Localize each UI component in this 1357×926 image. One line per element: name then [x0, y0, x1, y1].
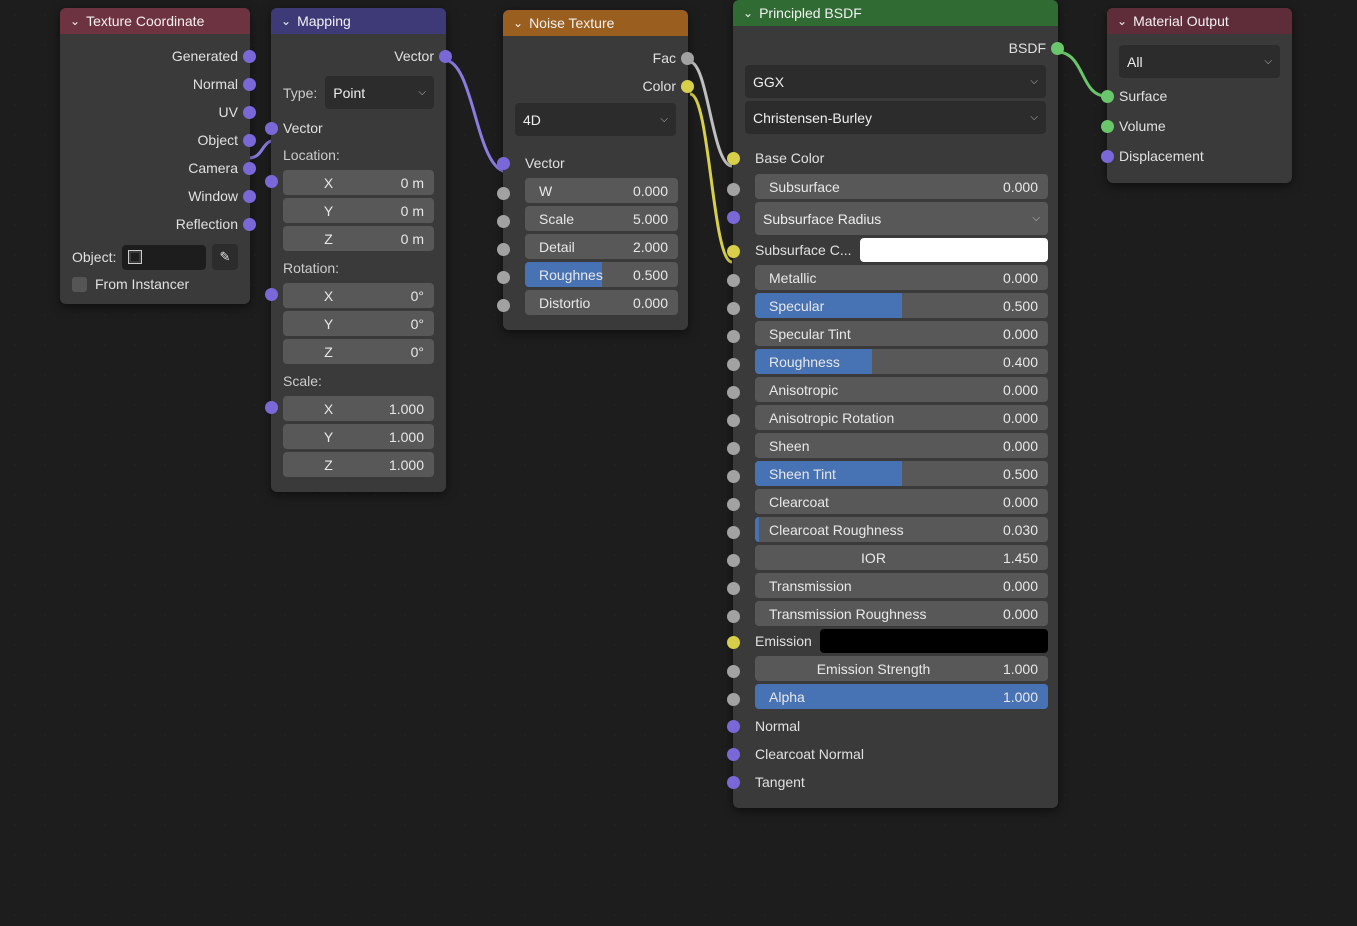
emission-label: Emission	[755, 633, 812, 649]
input-alpha[interactable]: Alpha1.000	[755, 684, 1048, 709]
input-base-color[interactable]: Base Color	[755, 145, 1048, 171]
scale-label: Scale:	[283, 367, 434, 393]
eyedropper-button[interactable]: ✎	[212, 244, 238, 270]
type-label: Type:	[283, 85, 317, 101]
node-texture-coordinate[interactable]: ⌄Texture Coordinate Generated Normal UV …	[60, 8, 250, 304]
input-subsurface[interactable]: Subsurface0.000	[755, 174, 1048, 199]
chevron-down-icon: ⌵	[1030, 112, 1038, 123]
node-principled-bsdf[interactable]: ⌄ Principled BSDF BSDF GGX⌵ Christensen-B…	[733, 0, 1058, 808]
rotation-x[interactable]: X0°	[283, 283, 434, 308]
chevron-down-icon: ⌵	[660, 114, 668, 125]
input-volume[interactable]: Volume	[1119, 111, 1280, 141]
output-generated[interactable]: Generated	[72, 42, 238, 70]
node-mapping[interactable]: ⌄ Mapping Vector Type: Point⌵ Vector Loca…	[271, 8, 446, 492]
output-bsdf[interactable]: BSDF	[745, 34, 1046, 62]
node-title: Texture Coordinate	[86, 13, 204, 29]
location-x[interactable]: X0 m	[283, 170, 434, 195]
input-sheen-tint[interactable]: Sheen Tint0.500	[755, 461, 1048, 486]
input-emission-strength[interactable]: Emission Strength1.000	[755, 656, 1048, 681]
chevron-down-icon: ⌄	[513, 16, 523, 30]
input-surface[interactable]: Surface	[1119, 81, 1280, 111]
input-clearcoat[interactable]: Clearcoat0.000	[755, 489, 1048, 514]
input-clearcoat-normal[interactable]: Clearcoat Normal	[755, 740, 1048, 768]
dimensions-select[interactable]: 4D⌵	[515, 103, 676, 136]
checkbox-icon	[72, 277, 87, 292]
scale-z[interactable]: Z1.000	[283, 452, 434, 477]
object-label: Object:	[72, 249, 116, 265]
input-anisotropic-rotation[interactable]: Anisotropic Rotation0.000	[755, 405, 1048, 430]
input-specular-tint[interactable]: Specular Tint0.000	[755, 321, 1048, 346]
chevron-down-icon: ⌄	[70, 14, 80, 28]
node-header[interactable]: ⌄ Principled BSDF	[733, 0, 1058, 26]
node-title: Principled BSDF	[759, 5, 862, 21]
node-header[interactable]: ⌄ Texture Coordinate	[60, 8, 250, 34]
object-field[interactable]	[122, 245, 206, 270]
sss-color-swatch[interactable]	[860, 238, 1049, 262]
node-material-output[interactable]: ⌄ Material Output All⌵ Surface Volume Dis…	[1107, 8, 1292, 183]
output-vector[interactable]: Vector	[283, 42, 434, 70]
location-z[interactable]: Z0 m	[283, 226, 434, 251]
input-sss-radius[interactable]: Subsurface Radius⌵	[755, 202, 1048, 235]
output-color[interactable]: Color	[515, 72, 676, 100]
output-object[interactable]: Object	[72, 126, 238, 154]
input-scale[interactable]: Scale5.000	[525, 206, 678, 231]
output-reflection[interactable]: Reflection	[72, 210, 238, 238]
output-camera[interactable]: Camera	[72, 154, 238, 182]
rotation-z[interactable]: Z0°	[283, 339, 434, 364]
input-distortion[interactable]: Distortio0.000	[525, 290, 678, 315]
node-title: Mapping	[297, 13, 351, 29]
node-noise-texture[interactable]: ⌄ Noise Texture Fac Color 4D⌵ Vector W0.0…	[503, 10, 688, 330]
from-instancer-checkbox[interactable]: From Instancer	[72, 276, 238, 292]
input-normal[interactable]: Normal	[755, 712, 1048, 740]
input-sheen[interactable]: Sheen0.000	[755, 433, 1048, 458]
input-anisotropic[interactable]: Anisotropic0.000	[755, 377, 1048, 402]
scale-y[interactable]: Y1.000	[283, 424, 434, 449]
input-transmission-roughness[interactable]: Transmission Roughness0.000	[755, 601, 1048, 626]
location-y[interactable]: Y0 m	[283, 198, 434, 223]
input-roughness[interactable]: Roughness0.400	[755, 349, 1048, 374]
input-vector[interactable]: Vector	[525, 151, 678, 175]
input-metallic[interactable]: Metallic0.000	[755, 265, 1048, 290]
input-vector[interactable]: Vector	[283, 115, 434, 141]
chevron-down-icon: ⌵	[418, 87, 426, 98]
input-detail[interactable]: Detail2.000	[525, 234, 678, 259]
input-tangent[interactable]: Tangent	[755, 768, 1048, 796]
input-clearcoat-roughness[interactable]: Clearcoat Roughness0.030	[755, 517, 1048, 542]
sss-method-select[interactable]: Christensen-Burley⌵	[745, 101, 1046, 134]
chevron-down-icon: ⌄	[281, 14, 291, 28]
output-normal[interactable]: Normal	[72, 70, 238, 98]
output-uv[interactable]: UV	[72, 98, 238, 126]
chevron-down-icon: ⌄	[1117, 14, 1127, 28]
node-title: Material Output	[1133, 13, 1229, 29]
input-w[interactable]: W0.000	[525, 178, 678, 203]
scale-x[interactable]: X1.000	[283, 396, 434, 421]
chevron-down-icon: ⌵	[1032, 213, 1040, 224]
object-icon	[128, 250, 142, 264]
emission-color-swatch[interactable]	[820, 629, 1048, 653]
location-label: Location:	[283, 141, 434, 167]
node-title: Noise Texture	[529, 15, 614, 31]
node-header[interactable]: ⌄ Mapping	[271, 8, 446, 34]
chevron-down-icon: ⌵	[1030, 76, 1038, 87]
rotation-y[interactable]: Y0°	[283, 311, 434, 336]
output-window[interactable]: Window	[72, 182, 238, 210]
type-select[interactable]: Point⌵	[325, 76, 434, 109]
input-roughness[interactable]: Roughnes0.500	[525, 262, 678, 287]
input-specular[interactable]: Specular0.500	[755, 293, 1048, 318]
eyedropper-icon: ✎	[220, 249, 231, 265]
input-transmission[interactable]: Transmission0.000	[755, 573, 1048, 598]
chevron-down-icon: ⌄	[743, 6, 753, 20]
node-header[interactable]: ⌄ Noise Texture	[503, 10, 688, 36]
target-select[interactable]: All⌵	[1119, 45, 1280, 78]
output-fac[interactable]: Fac	[515, 44, 676, 72]
input-ior[interactable]: IOR1.450	[755, 545, 1048, 570]
distribution-select[interactable]: GGX⌵	[745, 65, 1046, 98]
chevron-down-icon: ⌵	[1264, 56, 1272, 67]
input-displacement[interactable]: Displacement	[1119, 141, 1280, 171]
rotation-label: Rotation:	[283, 254, 434, 280]
sss-color-label: Subsurface C...	[755, 242, 852, 258]
node-header[interactable]: ⌄ Material Output	[1107, 8, 1292, 34]
